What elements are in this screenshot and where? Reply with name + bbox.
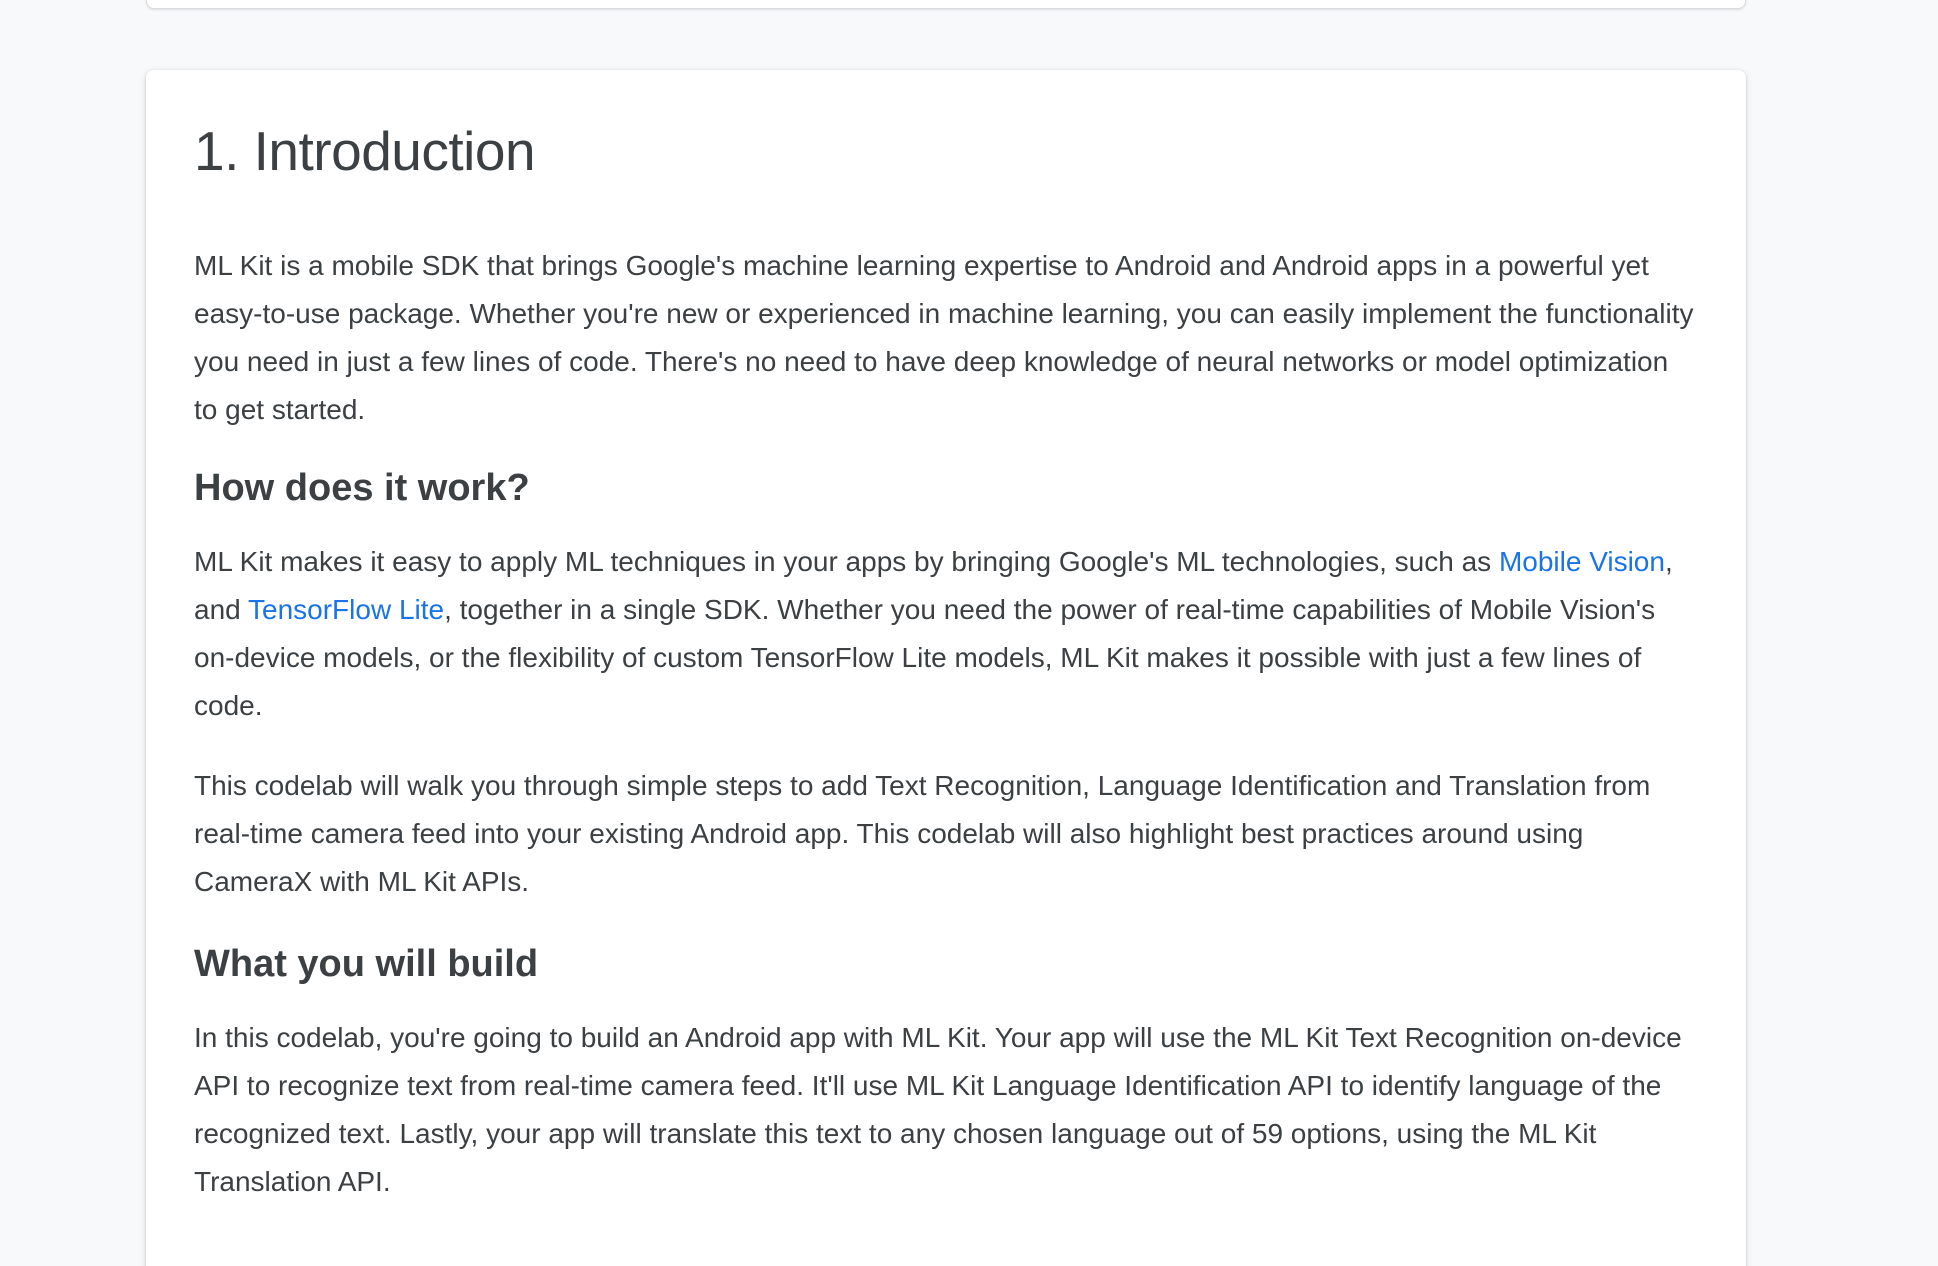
tensorflow-lite-link[interactable]: TensorFlow Lite	[248, 594, 444, 625]
step-card: 1. Introduction ML Kit is a mobile SDK t…	[146, 70, 1746, 1266]
what-you-build-heading: What you will build	[194, 943, 539, 985]
mobile-vision-link[interactable]: Mobile Vision	[1499, 546, 1665, 577]
step-title: 1. Introduction	[194, 120, 536, 182]
what-you-build-paragraph: In this codelab, you're going to build a…	[194, 1022, 1682, 1197]
codelab-page: 1. Introduction ML Kit is a mobile SDK t…	[0, 0, 1938, 1266]
how-it-works-heading: How does it work?	[194, 467, 530, 509]
intro-paragraph: ML Kit is a mobile SDK that brings Googl…	[194, 250, 1694, 425]
how-it-works-text-1: ML Kit makes it easy to apply ML techniq…	[194, 546, 1499, 577]
how-it-works-paragraph: ML Kit makes it easy to apply ML techniq…	[194, 538, 1698, 730]
previous-card-edge	[146, 0, 1746, 9]
codelab-paragraph: This codelab will walk you through simpl…	[194, 770, 1651, 897]
